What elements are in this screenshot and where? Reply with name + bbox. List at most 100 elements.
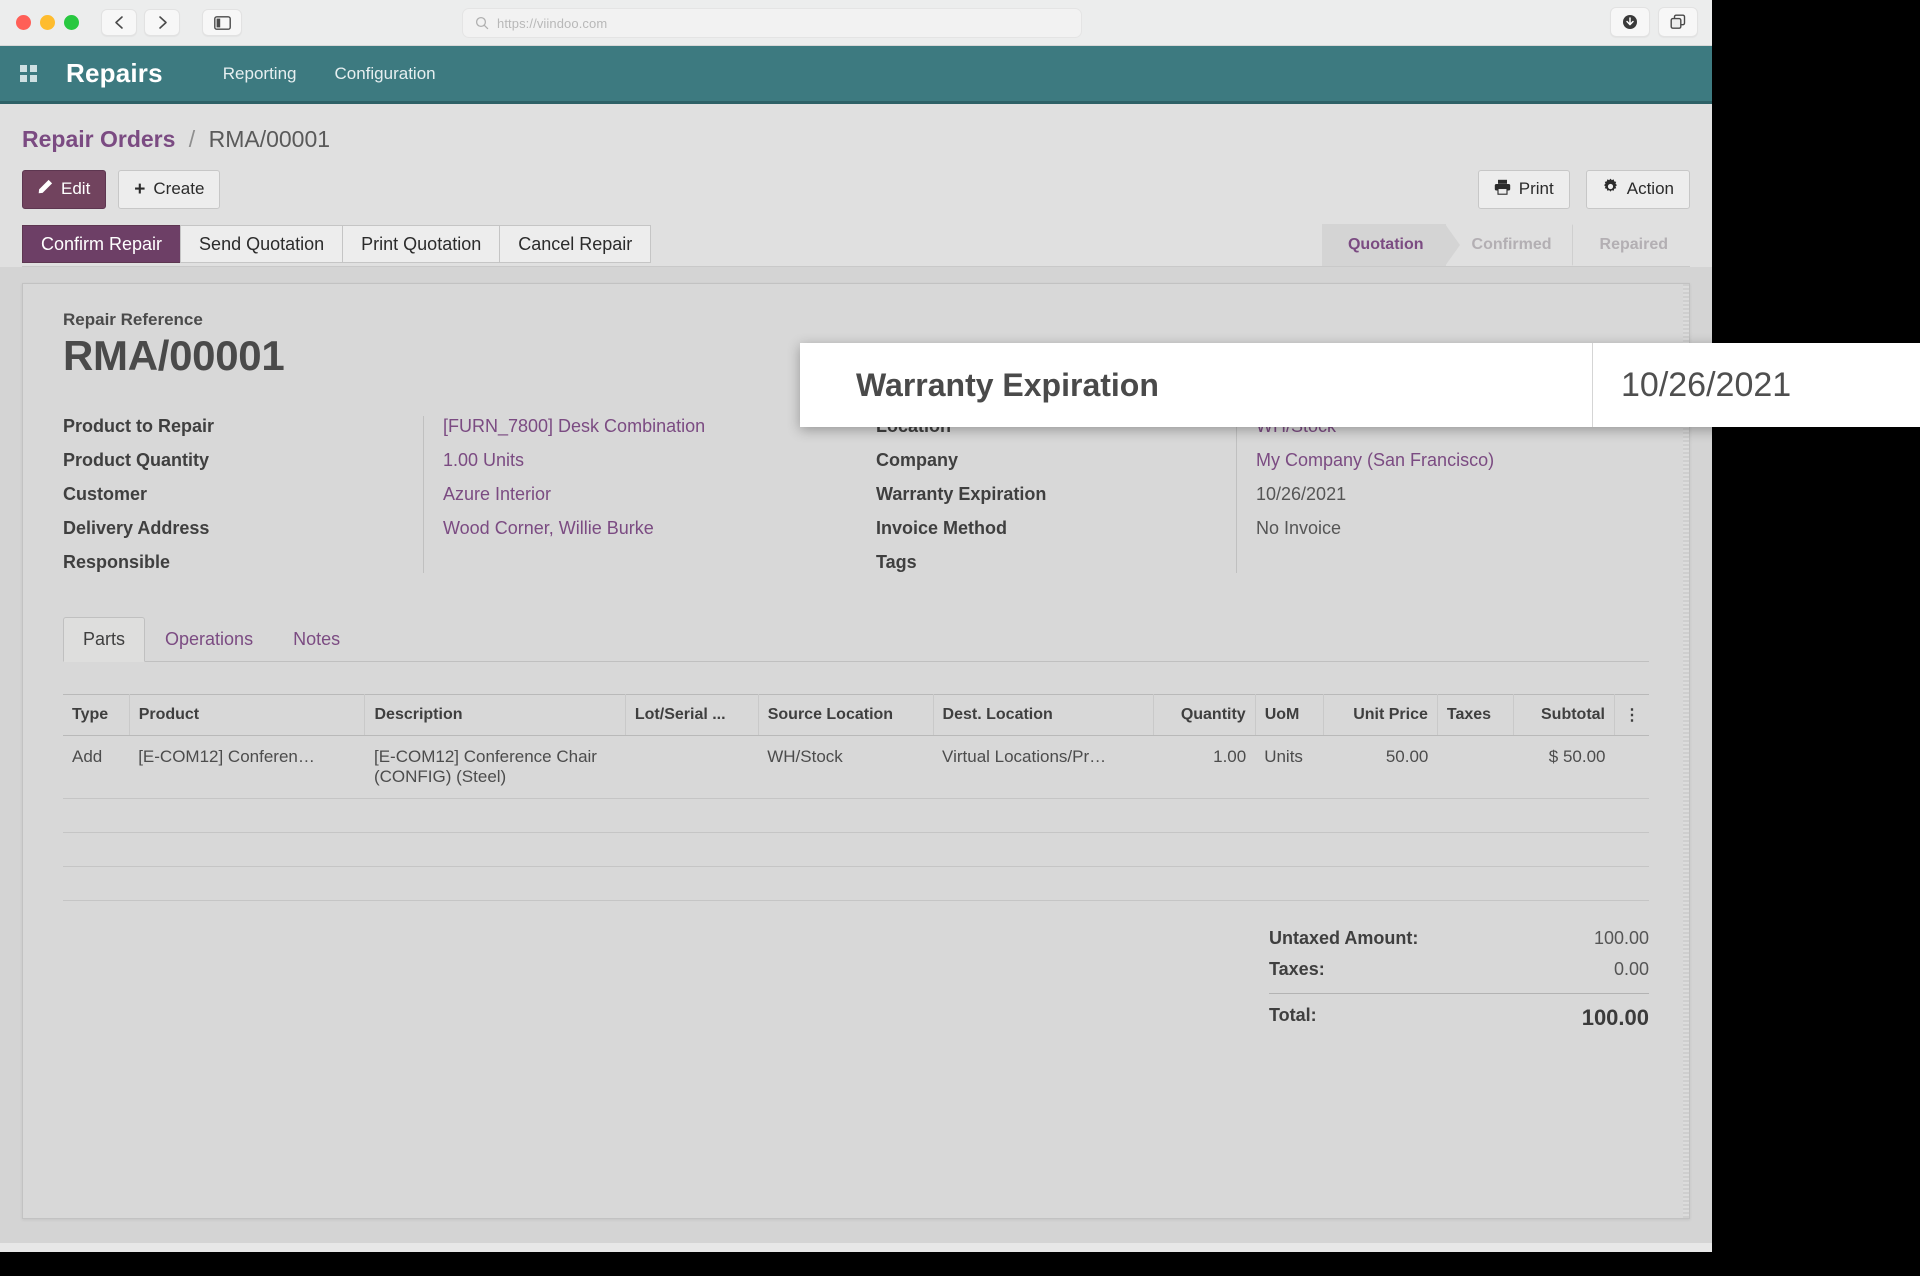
cell-row-options — [1614, 735, 1649, 799]
stage-quotation-label: Quotation — [1347, 236, 1424, 253]
print-quotation-button[interactable]: Print Quotation — [342, 225, 500, 263]
field-value-product-quantity[interactable]: 1.00 Units — [443, 450, 856, 471]
col-unit-price[interactable]: Unit Price — [1323, 694, 1438, 736]
table-row[interactable]: Add [E-COM12] Conferen… [E-COM12] Confer… — [63, 735, 1649, 799]
form-left-column: Product to Repair [FURN_7800] Desk Combi… — [63, 416, 856, 573]
breadcrumb-current: RMA/00001 — [208, 126, 331, 152]
gear-icon — [1602, 178, 1619, 200]
tab-operations[interactable]: Operations — [145, 617, 273, 662]
form-fields-grid: Product to Repair [FURN_7800] Desk Combi… — [63, 416, 1649, 573]
col-lot-serial[interactable]: Lot/Serial ... — [625, 694, 759, 736]
field-label-responsible: Responsible — [63, 552, 171, 572]
create-button-label: Create — [153, 179, 205, 198]
field-label-customer: Customer — [63, 484, 148, 504]
app-brand-title: Repairs — [66, 58, 163, 88]
navmenu-reporting[interactable]: Reporting — [221, 58, 299, 90]
cell-product: [E-COM12] Conferen… — [129, 735, 365, 799]
field-value-customer[interactable]: Azure Interior — [443, 484, 856, 505]
field-value-tags[interactable] — [1256, 552, 1649, 573]
parts-lines-table: Type Product Description Lot/Serial ... … — [63, 694, 1649, 901]
stage-confirmed[interactable]: Confirmed — [1446, 224, 1588, 266]
create-button[interactable]: + Create — [118, 169, 221, 209]
untaxed-amount-value: 100.00 — [1593, 928, 1649, 948]
breadcrumb-separator: / — [188, 126, 196, 152]
print-button[interactable]: Print — [1477, 169, 1570, 209]
field-value-responsible[interactable] — [443, 552, 856, 573]
send-quotation-button[interactable]: Send Quotation — [180, 225, 343, 263]
field-value-company[interactable]: My Company (San Francisco) — [1256, 450, 1649, 471]
vertical-dots-icon[interactable]: ⋮ — [1614, 694, 1649, 736]
sidebar-toggle-icon[interactable] — [202, 9, 242, 36]
browser-nav-group — [101, 9, 180, 36]
col-quantity[interactable]: Quantity — [1153, 694, 1256, 736]
table-empty-row[interactable] — [63, 866, 1649, 901]
col-source-location[interactable]: Source Location — [758, 694, 934, 736]
tab-parts[interactable]: Parts — [63, 617, 146, 662]
cell-lot-serial — [625, 735, 759, 799]
stage-confirmed-label: Confirmed — [1471, 236, 1552, 253]
breadcrumb-root-link[interactable]: Repair Orders — [22, 126, 175, 152]
col-type[interactable]: Type — [63, 694, 130, 736]
cell-uom: Units — [1255, 735, 1324, 799]
edit-button-label: Edit — [61, 179, 91, 198]
tab-notes[interactable]: Notes — [273, 617, 360, 662]
minimize-window-button[interactable] — [40, 15, 55, 30]
col-product[interactable]: Product — [129, 694, 366, 736]
col-dest-location[interactable]: Dest. Location — [933, 694, 1155, 736]
action-button[interactable]: Action — [1585, 169, 1690, 209]
field-value-warranty-expiration[interactable]: 10/26/2021 — [1256, 484, 1649, 505]
back-button[interactable] — [101, 9, 137, 36]
col-description[interactable]: Description — [364, 694, 626, 736]
totals-block: Untaxed Amount: 100.00 Taxes: 0.00 Total… — [63, 923, 1649, 1036]
cancel-repair-button[interactable]: Cancel Repair — [499, 225, 652, 263]
field-value-invoice-method[interactable]: No Invoice — [1256, 518, 1649, 539]
field-label-product-quantity: Product Quantity — [63, 450, 210, 470]
cell-type: Add — [63, 735, 130, 799]
column-divider — [1236, 416, 1237, 573]
print-button-label: Print — [1518, 179, 1554, 198]
field-label-invoice-method: Invoice Method — [876, 518, 1008, 538]
edit-button[interactable]: Edit — [22, 169, 107, 209]
total-value: 100.00 — [1581, 1005, 1649, 1030]
untaxed-amount-label: Untaxed Amount: — [1269, 928, 1419, 948]
maximize-window-button[interactable] — [64, 15, 79, 30]
browser-window: https://viindoo.com Repairs Reporting Co… — [0, 0, 1712, 1252]
duplicate-tabs-icon[interactable] — [1658, 7, 1698, 37]
navmenu-configuration[interactable]: Configuration — [333, 58, 438, 90]
confirm-repair-button[interactable]: Confirm Repair — [22, 225, 181, 263]
cell-description: [E-COM12] Conference Chair (CONFIG) (Ste… — [364, 735, 626, 799]
printer-icon — [1494, 179, 1511, 200]
cell-taxes — [1437, 735, 1514, 799]
col-uom[interactable]: UoM — [1255, 694, 1325, 736]
total-label: Total: — [1269, 1005, 1317, 1025]
forward-button[interactable] — [144, 9, 180, 36]
col-taxes[interactable]: Taxes — [1437, 694, 1515, 736]
table-empty-row[interactable] — [63, 832, 1649, 867]
taxes-label: Taxes: — [1269, 959, 1325, 979]
status-bar: Confirm Repair Send Quotation Print Quot… — [22, 224, 1690, 267]
apps-grid-icon[interactable] — [0, 65, 56, 82]
plus-icon: + — [134, 178, 146, 200]
stage-arrow-icon — [1444, 224, 1460, 266]
stage-repaired[interactable]: Repaired — [1574, 224, 1690, 266]
url-bar-container[interactable]: https://viindoo.com — [462, 8, 1082, 38]
statusbar-stages: Quotation Confirmed Repaired — [1321, 224, 1690, 266]
field-label-warranty-expiration: Warranty Expiration — [876, 484, 1047, 504]
close-window-button[interactable] — [16, 15, 31, 30]
search-icon — [475, 16, 489, 30]
field-value-delivery-address[interactable]: Wood Corner, Willie Burke — [443, 518, 856, 539]
total-taxes-row: Taxes: 0.00 — [1269, 954, 1649, 985]
magnifier-overlay: Warranty Expiration 10/26/2021 — [800, 343, 1920, 427]
cell-dest-location: Virtual Locations/Pr… — [933, 735, 1154, 799]
stage-quotation[interactable]: Quotation — [1321, 224, 1460, 266]
browser-chrome: https://viindoo.com — [0, 0, 1712, 46]
pencil-icon — [38, 179, 53, 199]
col-subtotal[interactable]: Subtotal — [1513, 694, 1615, 736]
control-panel-buttons: Edit + Create Print Action — [22, 169, 1690, 209]
download-icon[interactable] — [1610, 7, 1650, 37]
field-value-product-to-repair[interactable]: [FURN_7800] Desk Combination — [443, 416, 856, 437]
field-label-company: Company — [876, 450, 959, 470]
url-bar[interactable]: https://viindoo.com — [462, 8, 1082, 38]
table-empty-row[interactable] — [63, 798, 1649, 833]
notebook: Parts Operations Notes Type Product Desc… — [63, 617, 1649, 1036]
